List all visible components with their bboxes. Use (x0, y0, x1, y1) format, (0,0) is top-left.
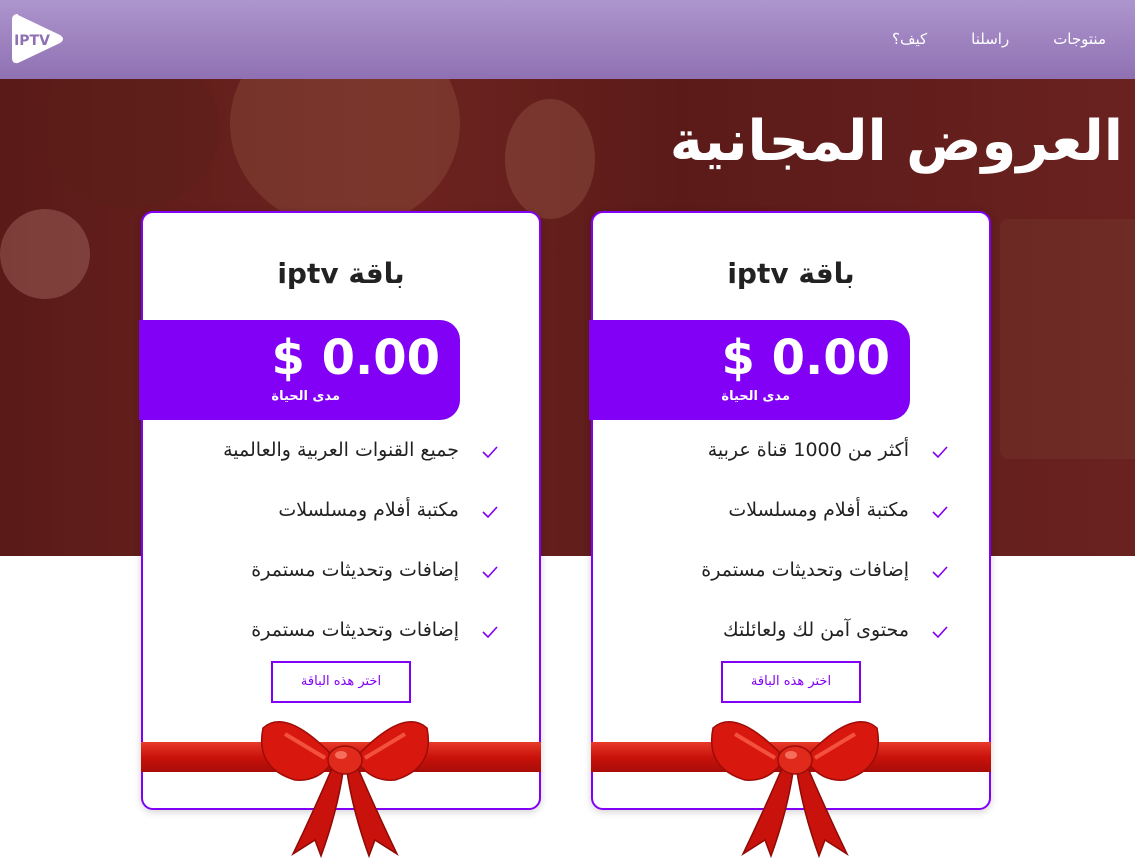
hero-photo-shape (1000, 219, 1135, 459)
feature-item: إضافات وتحديثات مستمرة (143, 553, 539, 613)
price-box: $ 0.00 مدى الحياة (139, 320, 460, 420)
gift-bow-icon (255, 708, 435, 858)
check-icon (481, 443, 499, 461)
check-icon (931, 503, 949, 521)
feature-list: جميع القنوات العربية والعالمية مكتبة أفل… (143, 433, 539, 673)
hero-photo-shape (230, 79, 460, 229)
hero-title: العروض المجانية (669, 109, 1123, 174)
check-icon (931, 623, 949, 641)
check-icon (481, 503, 499, 521)
feature-item: مكتبة أفلام ومسلسلات (143, 493, 539, 553)
feature-text: محتوى آمن لك ولعائلتك (723, 619, 909, 641)
feature-text: أكثر من 1000 قناة عربية (707, 439, 909, 461)
play-icon: IPTV (12, 14, 63, 64)
feature-text: جميع القنوات العربية والعالمية (223, 439, 459, 461)
package-duration: مدى الحياة (721, 389, 790, 404)
hero-photo-shape (505, 99, 595, 219)
package-price: $ 0.00 (721, 330, 890, 386)
package-price: $ 0.00 (271, 330, 440, 386)
feature-text: إضافات وتحديثات مستمرة (701, 559, 909, 581)
logo-text: IPTV (14, 33, 50, 49)
package-title: باقة iptv (727, 257, 855, 290)
page: IPTV منتوجات راسلنا كيف؟ العروض المجانية… (0, 0, 1135, 858)
hero-photo-shape (40, 79, 220, 209)
package-card: باقة iptv $ 0.00 مدى الحياة أكثر من 1000… (589, 211, 991, 858)
nav-how[interactable]: كيف؟ (892, 30, 927, 48)
package-title: باقة iptv (277, 257, 405, 290)
feature-text: مكتبة أفلام ومسلسلات (278, 499, 459, 521)
package-duration: مدى الحياة (271, 389, 340, 404)
logo[interactable]: IPTV (8, 10, 66, 68)
check-icon (481, 563, 499, 581)
gift-bow-icon (705, 708, 885, 858)
nav-products[interactable]: منتوجات (1053, 30, 1106, 48)
feature-text: إضافات وتحديثات مستمرة (251, 559, 459, 581)
choose-package-button[interactable]: اختر هذه الباقة (271, 661, 411, 703)
check-icon (931, 443, 949, 461)
main-nav: منتوجات راسلنا كيف؟ (892, 30, 1106, 48)
nav-contact[interactable]: راسلنا (971, 30, 1009, 48)
feature-item: أكثر من 1000 قناة عربية (593, 433, 989, 493)
choose-package-button[interactable]: اختر هذه الباقة (721, 661, 861, 703)
feature-text: مكتبة أفلام ومسلسلات (728, 499, 909, 521)
site-header: IPTV منتوجات راسلنا كيف؟ (0, 0, 1135, 79)
feature-text: إضافات وتحديثات مستمرة (251, 619, 459, 641)
check-icon (931, 563, 949, 581)
feature-item: مكتبة أفلام ومسلسلات (593, 493, 989, 553)
feature-item: جميع القنوات العربية والعالمية (143, 433, 539, 493)
price-box: $ 0.00 مدى الحياة (589, 320, 910, 420)
flower-shape (0, 209, 90, 299)
package-card: باقة iptv $ 0.00 مدى الحياة جميع القنوات… (139, 211, 541, 858)
check-icon (481, 623, 499, 641)
feature-list: أكثر من 1000 قناة عربية مكتبة أفلام ومسل… (593, 433, 989, 673)
feature-item: إضافات وتحديثات مستمرة (593, 553, 989, 613)
